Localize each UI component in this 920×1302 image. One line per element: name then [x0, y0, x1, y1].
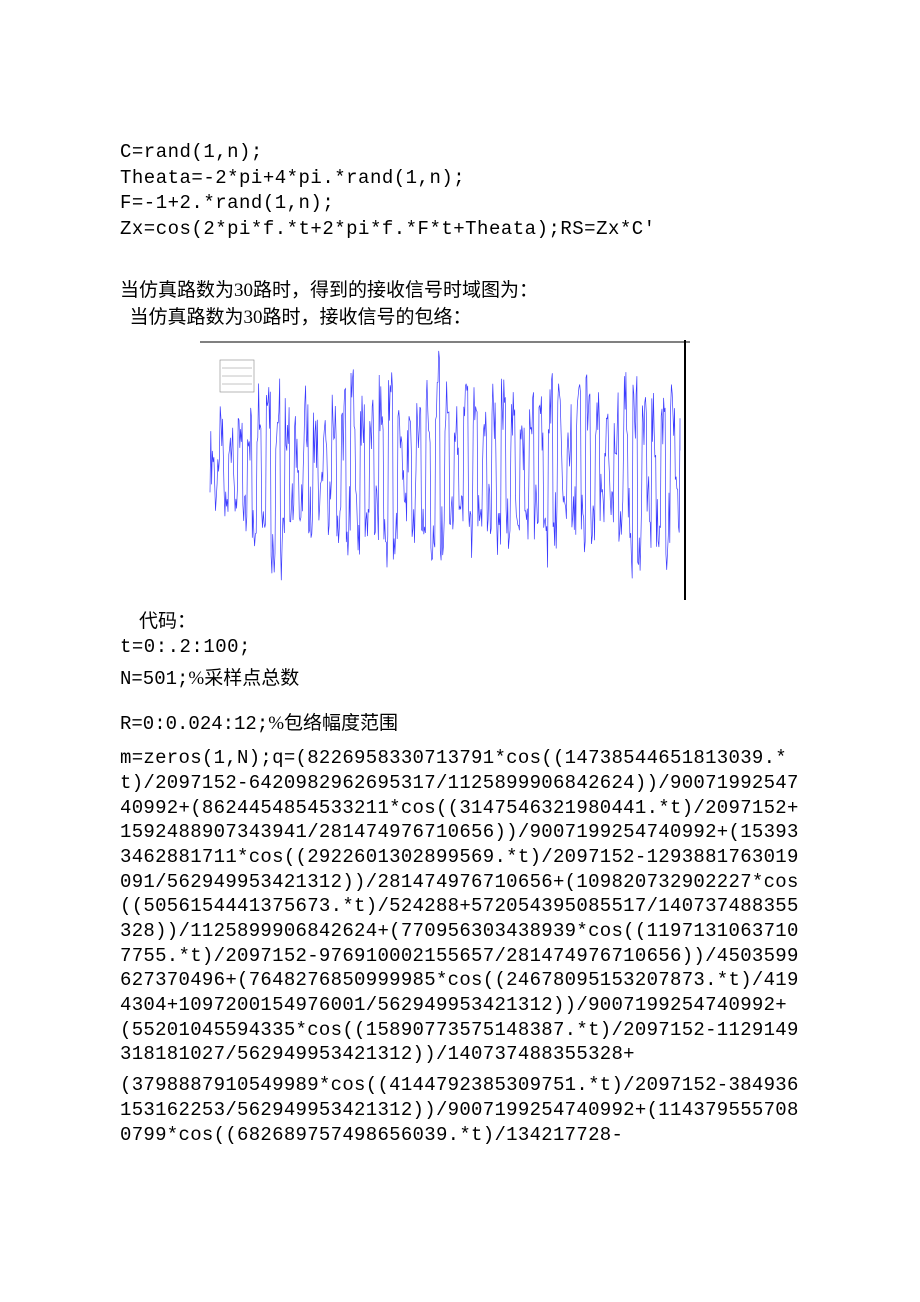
code-comment: %采样点总数 — [188, 668, 299, 689]
code-line-mixed: N=501;%采样点总数 — [120, 667, 800, 692]
signal-chart — [200, 340, 690, 600]
code-line: t=0:.2:100; — [120, 636, 251, 658]
code-comment: %包络幅度范围 — [268, 713, 398, 734]
code-block-1: C=rand(1,n); Theata=-2*pi+4*pi.*rand(1,n… — [120, 140, 800, 243]
paragraph-text: 当仿真路数为30路时，得到的接收信号时域图为： — [120, 277, 800, 305]
code-line: C=rand(1,n); — [120, 141, 263, 163]
paragraph-text: 当仿真路数为30路时，接收信号的包络： — [120, 304, 800, 332]
code-block-long-2: (3798887910549989*cos((4144792385309751.… — [120, 1073, 800, 1147]
paragraph-text: 代码： — [120, 608, 800, 636]
code-line: Theata=-2*pi+4*pi.*rand(1,n); — [120, 167, 465, 189]
code-line: Zx=cos(2*pi*f.*t+2*pi*f.*F*t+Theata);RS=… — [120, 218, 656, 240]
code-text: N=501; — [120, 668, 188, 690]
code-line: F=-1+2.*rand(1,n); — [120, 192, 334, 214]
code-block-long-1: m=zeros(1,N);q=(8226958330713791*cos((14… — [120, 746, 800, 1067]
document-page: C=rand(1,n); Theata=-2*pi+4*pi.*rand(1,n… — [0, 0, 920, 1302]
chart-svg — [200, 340, 690, 600]
code-block-2: t=0:.2:100; — [120, 635, 800, 661]
legend-box — [220, 360, 254, 392]
code-text: R=0:0.024:12; — [120, 713, 268, 735]
code-line-mixed: R=0:0.024:12;%包络幅度范围 — [120, 712, 800, 737]
